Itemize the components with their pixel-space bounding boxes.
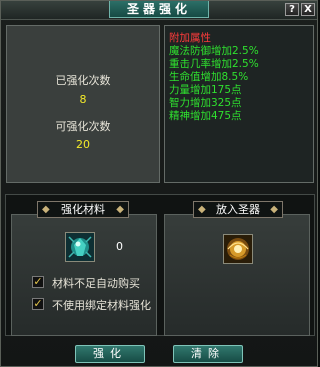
title-bar[interactable]: 圣器强化 ? X xyxy=(1,1,317,20)
checkmark-icon: ✓ xyxy=(33,275,43,288)
attribute-item: 精神增加475点 xyxy=(169,110,242,122)
strengthened-count-label: 已强化次数 xyxy=(55,74,111,87)
attributes-panel: 附加属性 魔法防御增加2.5% 重击几率增加2.5% 生命值增加8.5% 力量增… xyxy=(164,25,314,183)
strengthened-count-value: 8 xyxy=(79,93,87,106)
attribute-item: 重击几率增加2.5% xyxy=(169,58,259,70)
ornament-right-icon: ◆ xyxy=(270,204,278,215)
artifact-slot[interactable] xyxy=(223,234,253,264)
checkmark-icon: ✓ xyxy=(33,297,43,310)
close-button[interactable]: X xyxy=(301,3,315,16)
tab-artifact[interactable]: ◆ 放入圣器 ◆ xyxy=(193,201,283,218)
auto-buy-checkbox[interactable]: ✓ xyxy=(32,276,44,288)
attribute-item: 魔法防御增加2.5% xyxy=(169,45,259,57)
tab-artifact-label: 放入圣器 xyxy=(216,203,260,216)
gem-icon xyxy=(66,233,94,261)
remaining-count-label: 可强化次数 xyxy=(55,120,111,133)
ornament-right-icon: ◆ xyxy=(116,204,124,215)
tab-materials[interactable]: ◆ 强化材料 ◆ xyxy=(37,201,129,218)
ornament-left-icon: ◆ xyxy=(42,204,50,215)
material-count: 0 xyxy=(116,240,123,253)
artifact-strengthen-window: 圣器强化 ? X 已强化次数 8 可强化次数 20 附加属性 魔法防御增加2.5… xyxy=(0,0,318,367)
artifact-panel xyxy=(164,214,310,336)
artifact-orb-icon xyxy=(224,235,252,263)
attributes-header: 附加属性 xyxy=(169,32,211,44)
window-title: 圣器强化 xyxy=(109,1,209,18)
help-button[interactable]: ? xyxy=(285,3,299,16)
stats-panel: 已强化次数 8 可强化次数 20 xyxy=(6,25,160,183)
clear-button[interactable]: 清除 xyxy=(173,345,243,363)
ornament-left-icon: ◆ xyxy=(198,204,206,215)
attribute-item: 智力增加325点 xyxy=(169,97,242,109)
attribute-item: 力量增加175点 xyxy=(169,84,242,96)
remaining-count-value: 20 xyxy=(76,138,90,151)
no-bound-material-label: 不使用绑定材料强化 xyxy=(52,299,151,312)
materials-panel: 0 ✓ 材料不足自动购买 ✓ 不使用绑定材料强化 xyxy=(11,214,157,336)
tab-materials-label: 强化材料 xyxy=(61,203,105,216)
no-bound-material-checkbox[interactable]: ✓ xyxy=(32,298,44,310)
material-slot[interactable] xyxy=(65,232,95,262)
strengthen-button[interactable]: 强化 xyxy=(75,345,145,363)
attribute-item: 生命值增加8.5% xyxy=(169,71,249,83)
auto-buy-label: 材料不足自动购买 xyxy=(52,277,140,290)
